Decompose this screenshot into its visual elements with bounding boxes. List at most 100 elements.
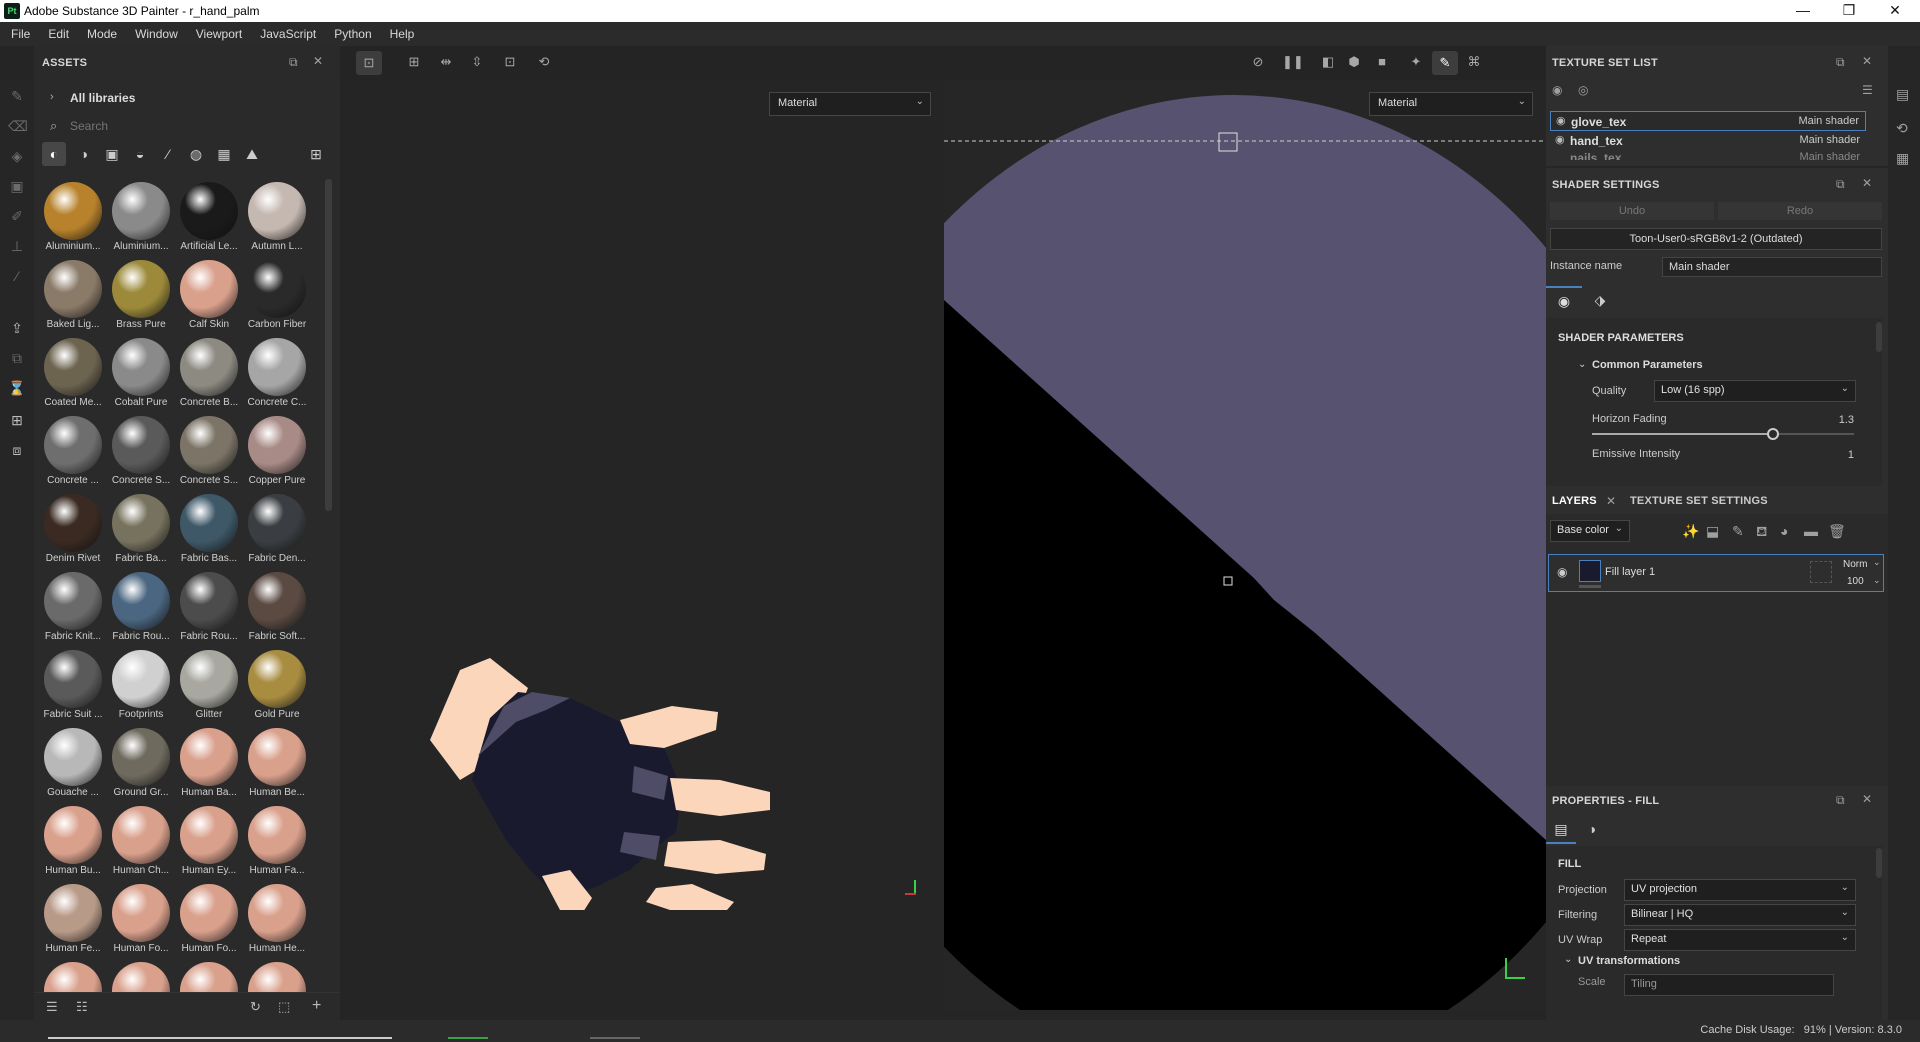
- menu-viewport[interactable]: Viewport: [187, 22, 251, 46]
- chevron-down-icon[interactable]: ⌄: [1578, 359, 1586, 370]
- menu-edit[interactable]: Edit: [39, 22, 78, 46]
- scale-select[interactable]: Tiling: [1624, 974, 1834, 996]
- asset-thumbnail[interactable]: Human Fe...: [40, 881, 106, 954]
- add-effect-icon[interactable]: ✨: [1682, 523, 1699, 540]
- asset-thumbnail[interactable]: Baked Lig...: [40, 257, 106, 330]
- layer-row[interactable]: ◉ Fill layer 1 Norm ⌄ 100 ⌄: [1548, 554, 1884, 592]
- asset-thumbnail[interactable]: Gouache ...: [40, 725, 106, 798]
- menu-icon[interactable]: ☰: [1862, 83, 1873, 97]
- asset-thumbnail[interactable]: Concrete B...: [176, 335, 242, 408]
- properties-scrollbar[interactable]: [1876, 848, 1882, 878]
- asset-thumbnail[interactable]: Fabric Ba...: [108, 491, 174, 564]
- asset-thumbnail[interactable]: Human Fo...: [108, 881, 174, 954]
- clone-stamp-icon[interactable]: ⊥: [8, 238, 26, 256]
- viewport-3d[interactable]: Material ⌄: [340, 80, 943, 1010]
- asset-thumbnail[interactable]: Fabric Rou...: [108, 569, 174, 642]
- materials-filter-icon[interactable]: ◐: [42, 142, 66, 166]
- horizon-fading-track[interactable]: [1592, 428, 1854, 440]
- layer-opacity[interactable]: 100: [1847, 576, 1864, 587]
- detail-view-icon[interactable]: ☷: [76, 999, 88, 1015]
- split-view-icon[interactable]: ◧: [1318, 54, 1338, 72]
- close-panel-icon[interactable]: ✕: [1862, 792, 1872, 806]
- menu-help[interactable]: Help: [381, 22, 424, 46]
- menu-file[interactable]: File: [2, 22, 39, 46]
- history-icon[interactable]: ⟲: [534, 54, 554, 72]
- shader-params-tab-icon[interactable]: ◉: [1546, 286, 1582, 316]
- asset-thumbnail[interactable]: Fabric Den...: [244, 491, 310, 564]
- geometry-fill-icon[interactable]: ▣: [8, 178, 26, 196]
- eye-icon[interactable]: ◎: [1578, 83, 1588, 97]
- asset-thumbnail[interactable]: Artificial Le...: [176, 179, 242, 252]
- textures-filter-icon[interactable]: ▦: [212, 142, 236, 166]
- layout-3d2d-icon[interactable]: ⊡: [356, 51, 382, 75]
- list-view-icon[interactable]: ☰: [46, 999, 58, 1015]
- display-settings-icon[interactable]: ▤: [1896, 86, 1909, 103]
- display-settings-icon[interactable]: ⬢: [1344, 54, 1364, 72]
- instance-name-field[interactable]: [1662, 257, 1882, 277]
- maximize-button[interactable]: ❐: [1826, 0, 1872, 22]
- horizon-fading-handle[interactable]: [1766, 428, 1779, 440]
- asset-thumbnail[interactable]: Denim Rivet: [40, 491, 106, 564]
- pause-icon[interactable]: ❚❚: [1282, 54, 1304, 72]
- export-icon[interactable]: ⧈: [8, 442, 26, 460]
- uv-wrap-select[interactable]: Repeat ⌄: [1624, 929, 1856, 951]
- history-icon[interactable]: ⟲: [1896, 120, 1908, 137]
- eye-icon[interactable]: ◉: [1557, 565, 1567, 579]
- asset-thumbnail[interactable]: Cobalt Pure: [108, 335, 174, 408]
- library-selector[interactable]: All libraries: [70, 91, 135, 105]
- asset-thumbnail[interactable]: Human Fo...: [176, 881, 242, 954]
- redo-button[interactable]: Redo: [1718, 202, 1882, 220]
- chevron-right-icon[interactable]: ›: [50, 91, 54, 103]
- menu-python[interactable]: Python: [325, 22, 380, 46]
- layer-name[interactable]: Fill layer 1: [1605, 566, 1655, 578]
- asset-thumbnail[interactable]: Fabric Bas...: [176, 491, 242, 564]
- paint-mode-icon[interactable]: ✎: [1432, 51, 1458, 75]
- asset-thumbnail[interactable]: Concrete S...: [108, 413, 174, 486]
- close-tab-icon[interactable]: ✕: [1606, 494, 1616, 508]
- asset-thumbnail[interactable]: Fabric Rou...: [176, 569, 242, 642]
- undo-button[interactable]: Undo: [1550, 202, 1714, 220]
- shader-display-tab-icon[interactable]: ⬗: [1582, 286, 1618, 316]
- add-asset-icon[interactable]: +: [312, 997, 321, 1015]
- viewport-2d[interactable]: Material ⌄: [944, 80, 1546, 1010]
- visibility-mode-icon[interactable]: ◉: [1552, 83, 1562, 97]
- frame-icon[interactable]: ⊡: [500, 54, 520, 72]
- refresh-icon[interactable]: ↻: [250, 999, 261, 1015]
- smudge-icon[interactable]: ✐: [8, 208, 26, 226]
- projection-icon[interactable]: ◈: [8, 148, 26, 166]
- asset-thumbnail[interactable]: Human Fa...: [244, 803, 310, 876]
- float-panel-icon[interactable]: ⧉: [1836, 177, 1845, 192]
- shader-select[interactable]: Toon-User0-sRGB8v1-2 (Outdated): [1550, 228, 1882, 250]
- asset-thumbnail[interactable]: Gold Pure: [244, 647, 310, 720]
- asset-thumbnail[interactable]: Glitter: [176, 647, 242, 720]
- filtering-select[interactable]: Bilinear | HQ ⌄: [1624, 904, 1856, 926]
- import-icon[interactable]: ⬚: [278, 999, 290, 1015]
- asset-thumbnail[interactable]: Human Be...: [244, 725, 310, 798]
- asset-thumbnail[interactable]: Human Ey...: [176, 803, 242, 876]
- render-icon[interactable]: ✦: [1406, 54, 1426, 72]
- asset-thumbnail[interactable]: Human Ba...: [176, 725, 242, 798]
- environments-filter-icon[interactable]: ⛰: [240, 142, 264, 166]
- shader-scrollbar[interactable]: [1876, 322, 1882, 352]
- asset-thumbnail[interactable]: Fabric Suit ...: [40, 647, 106, 720]
- selection-tool-icon[interactable]: ⇪: [8, 320, 26, 338]
- brushes-filter-icon[interactable]: ⁄: [156, 142, 180, 166]
- measure-icon[interactable]: ⌛: [8, 380, 26, 398]
- blend-mode[interactable]: Norm: [1843, 559, 1867, 570]
- color-picker-icon[interactable]: ⁄: [8, 268, 26, 286]
- menu-mode[interactable]: Mode: [78, 22, 126, 46]
- tab-layers[interactable]: LAYERS: [1552, 495, 1597, 507]
- close-panel-icon[interactable]: ✕: [1862, 176, 1872, 190]
- tab-texture-set-settings[interactable]: TEXTURE SET SETTINGS: [1630, 495, 1768, 507]
- asset-thumbnail[interactable]: Concrete S...: [176, 413, 242, 486]
- float-panel-icon[interactable]: ⧉: [1836, 793, 1845, 808]
- asset-thumbnail[interactable]: Copper Pure: [244, 413, 310, 486]
- asset-thumbnail[interactable]: Concrete ...: [40, 413, 106, 486]
- uv-transformations-title[interactable]: UV transformations: [1578, 955, 1680, 967]
- generators-filter-icon[interactable]: ◒: [128, 142, 152, 166]
- smart-materials-filter-icon[interactable]: ◑: [72, 142, 96, 166]
- asset-thumbnail[interactable]: Human Bu...: [40, 803, 106, 876]
- align-icon[interactable]: ⇳: [467, 54, 487, 72]
- procedurals-filter-icon[interactable]: ◍: [184, 142, 208, 166]
- grid-view-icon[interactable]: ⊞: [304, 142, 328, 166]
